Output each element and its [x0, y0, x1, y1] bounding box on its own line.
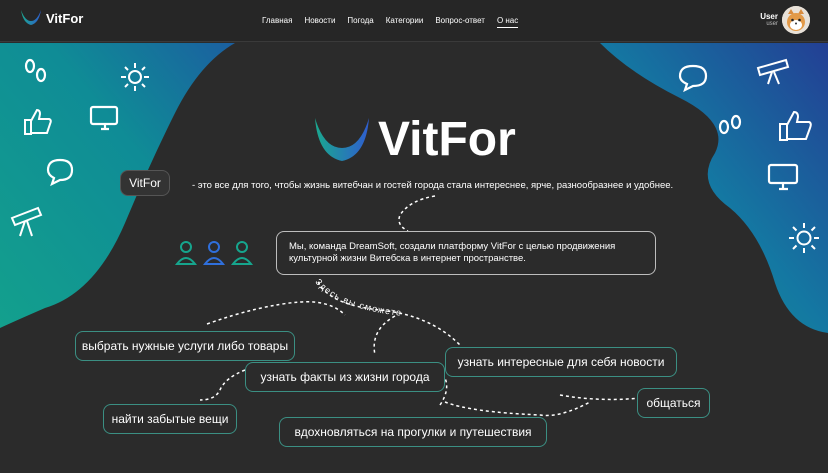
feature-pill: найти забытые вещи	[103, 404, 237, 434]
people-icon	[174, 241, 254, 265]
feature-pill: общаться	[637, 388, 710, 418]
description-box: Мы, команда DreamSoft, создали платформу…	[276, 231, 656, 275]
curve-label-text: Здесь вы сможете	[313, 277, 401, 318]
feature-pill: выбрать нужные услуги либо товары	[75, 331, 295, 361]
feature-pill: узнать факты из жизни города	[245, 362, 445, 392]
svg-text:Здесь вы сможете: Здесь вы сможете	[313, 277, 402, 318]
feature-pill: вдохновляться на прогулки и путешествия	[279, 417, 547, 447]
curve-label: Здесь вы сможете	[313, 277, 402, 318]
feature-pill: узнать интересные для себя новости	[445, 347, 677, 377]
